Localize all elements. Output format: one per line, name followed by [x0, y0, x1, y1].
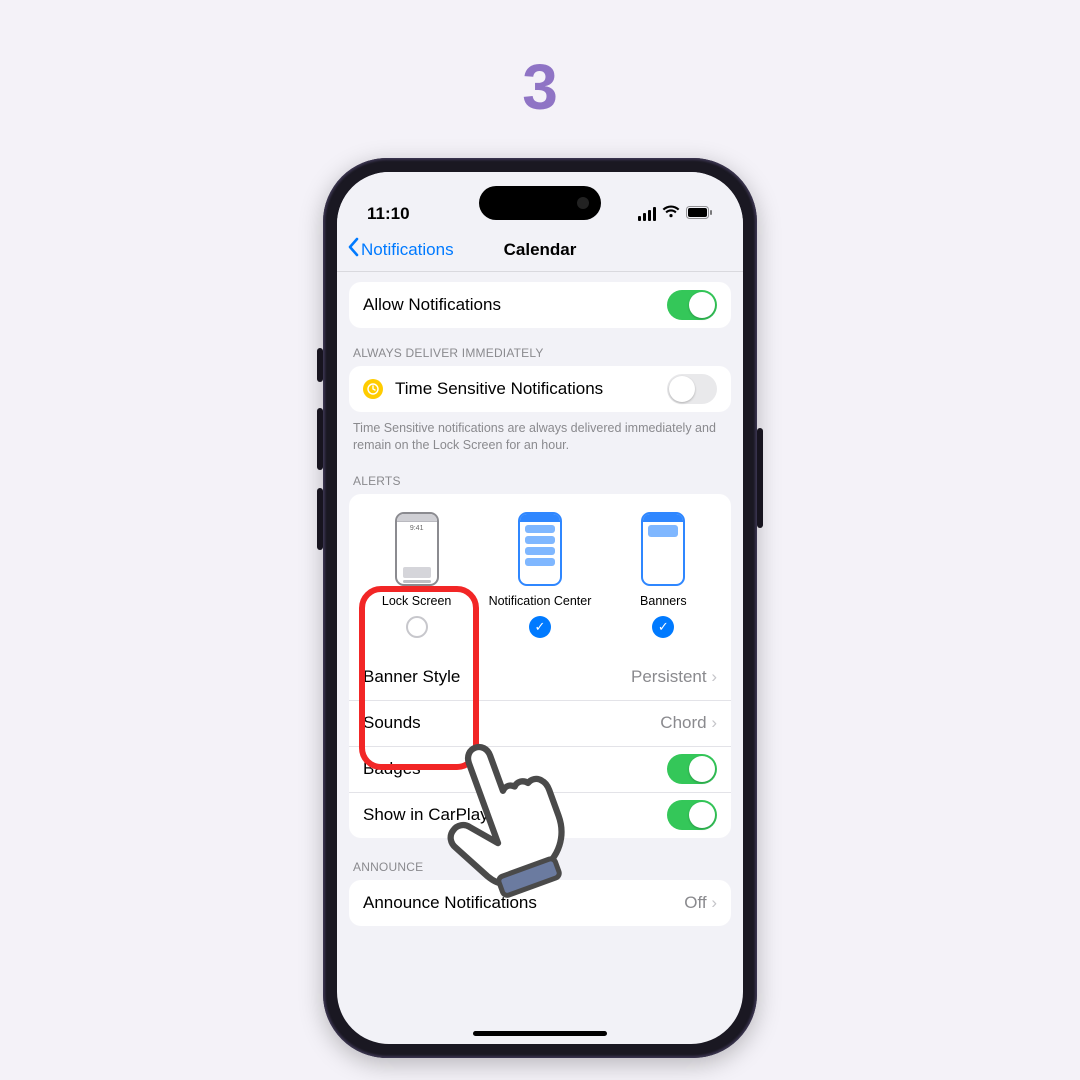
battery-icon: [686, 204, 713, 224]
alert-label: Lock Screen: [382, 594, 451, 608]
section-header-announce: ANNOUNCE: [337, 860, 743, 880]
back-button[interactable]: Notifications: [347, 237, 454, 262]
switch-show-in-carplay[interactable]: [667, 800, 717, 830]
status-time: 11:10: [367, 204, 410, 224]
row-sounds[interactable]: Sounds Chord ›: [349, 700, 731, 746]
row-allow-notifications[interactable]: Allow Notifications: [349, 282, 731, 328]
dynamic-island: [479, 186, 601, 220]
row-value: Persistent: [631, 667, 707, 687]
alert-check-banners[interactable]: ✓: [652, 616, 674, 638]
row-time-sensitive[interactable]: Time Sensitive Notifications: [349, 366, 731, 412]
lock-screen-icon: 9:41: [395, 512, 439, 586]
row-banner-style[interactable]: Banner Style Persistent ›: [349, 654, 731, 700]
alert-option-lock-screen[interactable]: 9:41 Lock Screen: [356, 512, 478, 638]
screen: 11:10 Notifications Calendar: [337, 172, 743, 1044]
row-label: Show in CarPlay: [363, 805, 489, 825]
alert-label: Banners: [640, 594, 687, 608]
chevron-right-icon: ›: [707, 893, 717, 913]
lock-screen-time: 9:41: [397, 522, 437, 532]
nav-title: Calendar: [504, 240, 577, 260]
banners-icon: [641, 512, 685, 586]
side-button-volume-up: [317, 408, 323, 470]
section-header-alerts: ALERTS: [337, 474, 743, 494]
chevron-right-icon: ›: [707, 667, 717, 687]
phone-frame: 11:10 Notifications Calendar: [323, 158, 757, 1058]
row-value: Off: [684, 893, 706, 913]
row-badges[interactable]: Badges: [349, 746, 731, 792]
section-footer-deliver: Time Sensitive notifications are always …: [337, 412, 743, 454]
row-label: Time Sensitive Notifications: [395, 379, 603, 399]
chevron-right-icon: ›: [707, 713, 717, 733]
side-button-volume-down: [317, 488, 323, 550]
side-button-silent: [317, 348, 323, 382]
row-label: Banner Style: [363, 667, 460, 687]
alert-check-notification-center[interactable]: ✓: [529, 616, 551, 638]
row-label: Allow Notifications: [363, 295, 501, 315]
alert-option-notification-center[interactable]: Notification Center ✓: [479, 512, 601, 638]
settings-content[interactable]: Allow Notifications ALWAYS DELIVER IMMED…: [337, 272, 743, 1044]
clock-icon: [363, 379, 383, 399]
row-announce-notifications[interactable]: Announce Notifications Off ›: [349, 880, 731, 926]
alert-label: Notification Center: [489, 594, 592, 608]
switch-badges[interactable]: [667, 754, 717, 784]
side-button-power: [757, 428, 763, 528]
row-value: Chord: [660, 713, 706, 733]
alert-check-lock-screen[interactable]: [406, 616, 428, 638]
step-number: 3: [522, 50, 558, 124]
row-label: Sounds: [363, 713, 421, 733]
section-header-deliver: ALWAYS DELIVER IMMEDIATELY: [337, 346, 743, 366]
row-label: Badges: [363, 759, 421, 779]
back-label: Notifications: [361, 240, 454, 260]
wifi-icon: [662, 204, 680, 224]
nav-bar: Notifications Calendar: [337, 228, 743, 272]
cellular-icon: [638, 207, 656, 221]
chevron-left-icon: [347, 237, 359, 262]
row-show-in-carplay[interactable]: Show in CarPlay: [349, 792, 731, 838]
switch-time-sensitive[interactable]: [667, 374, 717, 404]
switch-allow-notifications[interactable]: [667, 290, 717, 320]
row-label: Announce Notifications: [363, 893, 537, 913]
alert-option-banners[interactable]: Banners ✓: [602, 512, 724, 638]
notification-center-icon: [518, 512, 562, 586]
home-indicator[interactable]: [473, 1031, 607, 1036]
